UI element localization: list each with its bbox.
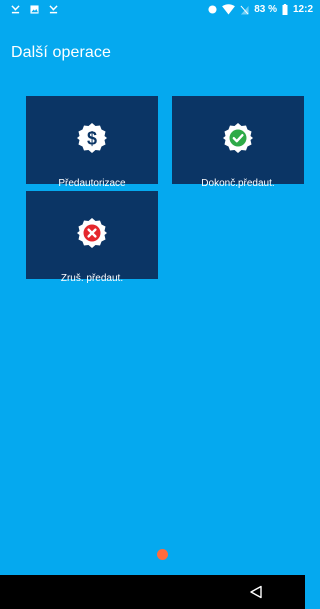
screen-title: Další operace bbox=[11, 44, 112, 61]
tile-complete-preauthorization[interactable]: Dokonč.předaut. bbox=[172, 96, 304, 189]
tile-label: Dokonč.předaut. bbox=[201, 178, 275, 189]
status-right-icons: 83 % 12:2 bbox=[208, 4, 313, 15]
check-badge-icon bbox=[222, 122, 254, 154]
wifi-icon bbox=[222, 4, 236, 15]
dollar-badge-icon: $ bbox=[76, 122, 108, 154]
tile-label: Předautorizace bbox=[58, 178, 126, 189]
circle-icon bbox=[208, 5, 217, 14]
no-sim-icon bbox=[240, 5, 249, 14]
status-left-icons bbox=[11, 5, 58, 14]
image-icon bbox=[30, 5, 39, 14]
missed-call-icon bbox=[49, 5, 58, 14]
tile-preauthorization[interactable]: $ Předautorizace bbox=[26, 96, 158, 189]
tile-label: Zruš. předaut. bbox=[60, 273, 124, 284]
tile-cancel-preauthorization[interactable]: Zruš. předaut. bbox=[26, 191, 158, 284]
battery-percentage: 83 % bbox=[254, 4, 277, 15]
status-time: 12:2 bbox=[292, 4, 313, 15]
missed-call-icon bbox=[11, 5, 20, 14]
back-icon[interactable] bbox=[249, 585, 263, 599]
navigation-bar bbox=[0, 575, 305, 609]
page-indicator-dot bbox=[157, 549, 168, 560]
status-bar: 83 % 12:2 bbox=[0, 0, 313, 24]
cross-badge-icon bbox=[76, 217, 108, 249]
battery-icon bbox=[282, 4, 288, 15]
svg-text:$: $ bbox=[87, 129, 97, 149]
